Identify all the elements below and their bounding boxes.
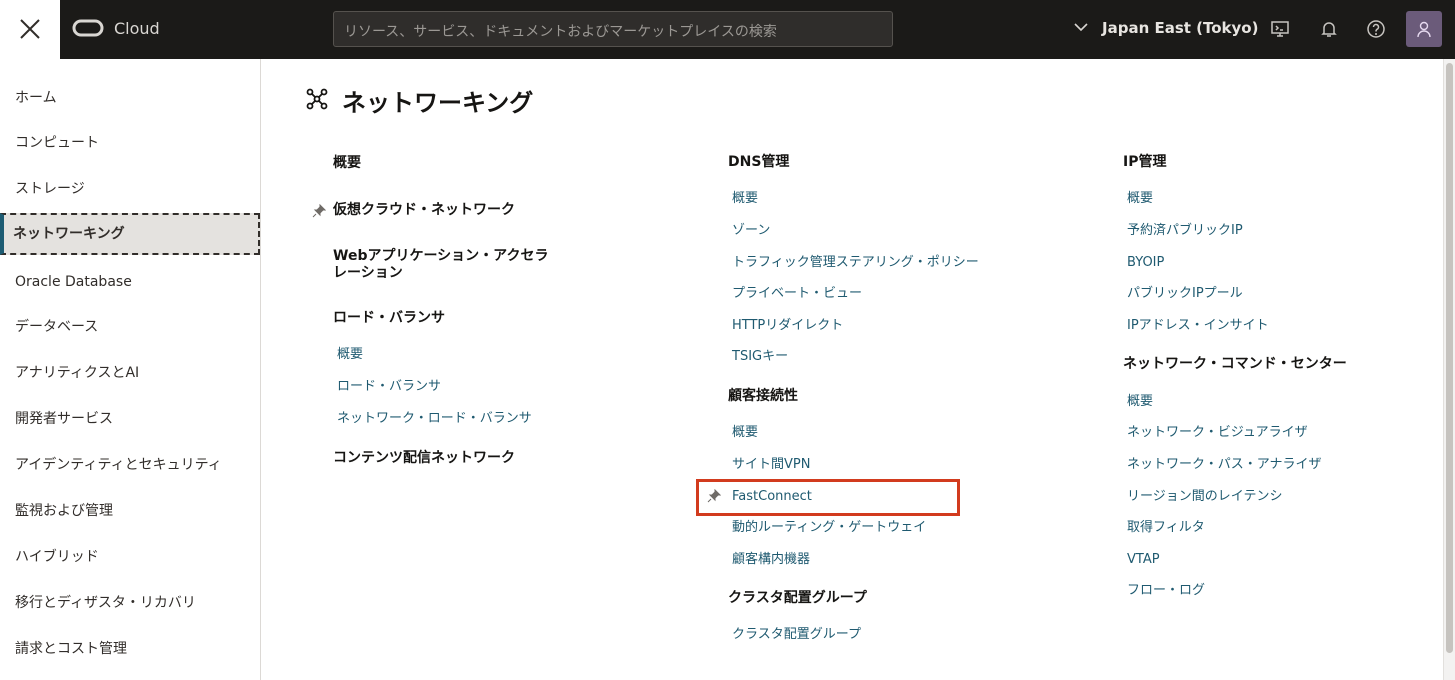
sidebar-item-observability[interactable]: 監視および管理 — [0, 490, 260, 532]
link-private-views[interactable]: プライベート・ビュー — [732, 285, 862, 303]
sidebar-item-analytics-ai[interactable]: アナリティクスとAI — [0, 352, 260, 394]
sidebar-item-migration-dr[interactable]: 移行とディザスタ・リカバリ — [0, 582, 260, 624]
user-icon — [1417, 21, 1431, 38]
link-network-path-analyzer[interactable]: ネットワーク・パス・アナライザ — [1127, 456, 1321, 474]
link-network-load-balancers[interactable]: ネットワーク・ロード・バランサ — [337, 410, 532, 428]
link-reserved-public-ips[interactable]: 予約済パブリックIP — [1127, 222, 1243, 240]
link-zones[interactable]: ゾーン — [732, 222, 770, 240]
link-ncc-overview[interactable]: 概要 — [1127, 393, 1153, 411]
heading-customer-connectivity: 顧客接続性 — [728, 388, 798, 404]
heading-ip-management: IP管理 — [1123, 154, 1167, 170]
link-network-visualizer[interactable]: ネットワーク・ビジュアライザ — [1127, 424, 1308, 442]
link-http-redirect[interactable]: HTTPリダイレクト — [732, 317, 843, 335]
sidebar-item-oracle-database[interactable]: Oracle Database — [0, 261, 260, 303]
sidebar-item-databases[interactable]: データベース — [0, 306, 260, 348]
link-cluster-placement-groups[interactable]: クラスタ配置グループ — [732, 626, 861, 644]
link-ip-overview[interactable]: 概要 — [1127, 190, 1153, 208]
link-waa-line2[interactable]: レーション — [333, 264, 403, 282]
sidebar-item-developer-services[interactable]: 開発者サービス — [0, 398, 260, 440]
sidebar-item-storage[interactable]: ストレージ — [0, 168, 260, 210]
link-site-to-site-vpn[interactable]: サイト間VPN — [732, 456, 810, 474]
sidebar-nav: ホーム コンピュート ストレージ ネットワーキング Oracle Databas… — [0, 59, 261, 680]
link-ip-address-insights[interactable]: IPアドレス・インサイト — [1127, 317, 1269, 335]
sidebar-item-home[interactable]: ホーム — [0, 77, 260, 119]
sidebar-item-compute[interactable]: コンピュート — [0, 122, 260, 164]
link-drg[interactable]: 動的ルーティング・ゲートウェイ — [732, 519, 926, 537]
cloud-shell-icon[interactable] — [1270, 19, 1290, 39]
top-bar: Cloud リソース、サービス、ドキュメントおよびマーケットプレイスの検索 Ja… — [0, 0, 1455, 59]
search-placeholder: リソース、サービス、ドキュメントおよびマーケットプレイスの検索 — [344, 24, 777, 40]
search-input[interactable]: リソース、サービス、ドキュメントおよびマーケットプレイスの検索 — [333, 11, 893, 47]
link-waa-line1[interactable]: Webアプリケーション・アクセラ — [333, 247, 548, 265]
close-menu-button[interactable] — [0, 0, 60, 59]
sidebar-item-identity-security[interactable]: アイデンティティとセキュリティ — [0, 444, 260, 486]
brand-label: Cloud — [114, 19, 160, 38]
scrollbar[interactable] — [1443, 59, 1455, 680]
region-selector[interactable]: Japan East (Tokyo) — [1102, 19, 1258, 37]
page-title: ネットワーキング — [342, 89, 534, 117]
pin-icon[interactable] — [312, 204, 326, 218]
link-flow-logs[interactable]: フロー・ログ — [1127, 582, 1205, 600]
link-byoip[interactable]: BYOIP — [1127, 254, 1164, 272]
link-cdn[interactable]: コンテンツ配信ネットワーク — [333, 449, 515, 467]
fastconnect-highlight-box — [696, 479, 960, 516]
bell-icon[interactable] — [1319, 19, 1339, 39]
link-cc-overview[interactable]: 概要 — [732, 424, 758, 442]
help-icon[interactable] — [1366, 19, 1386, 39]
link-capture-filters[interactable]: 取得フィルタ — [1127, 519, 1205, 537]
oracle-logo-icon[interactable] — [72, 18, 104, 38]
link-dns-overview[interactable]: 概要 — [732, 190, 758, 208]
link-traffic-steering[interactable]: トラフィック管理ステアリング・ポリシー — [732, 254, 979, 272]
user-avatar-button[interactable] — [1406, 11, 1442, 47]
link-overview-col1[interactable]: 概要 — [333, 154, 361, 172]
sidebar-item-networking[interactable]: ネットワーキング — [0, 213, 260, 255]
link-cpe[interactable]: 顧客構内機器 — [732, 551, 810, 569]
link-inter-region-latency[interactable]: リージョン間のレイテンシ — [1127, 488, 1282, 506]
link-lb-overview[interactable]: 概要 — [337, 346, 363, 364]
networking-icon — [306, 88, 328, 110]
link-tsig-keys[interactable]: TSIGキー — [732, 348, 788, 366]
close-icon — [20, 19, 40, 39]
link-load-balancers[interactable]: ロード・バランサ — [337, 378, 441, 396]
sidebar-item-billing[interactable]: 請求とコスト管理 — [0, 628, 260, 670]
scrollbar-thumb[interactable] — [1446, 63, 1453, 653]
heading-network-command-center: ネットワーク・コマンド・センター — [1123, 356, 1347, 372]
sidebar-item-hybrid[interactable]: ハイブリッド — [0, 536, 260, 578]
link-vcn[interactable]: 仮想クラウド・ネットワーク — [333, 201, 515, 219]
link-vtap[interactable]: VTAP — [1127, 551, 1160, 569]
link-public-ip-pools[interactable]: パブリックIPプール — [1127, 285, 1243, 303]
chevron-down-icon[interactable] — [1074, 22, 1088, 32]
networking-menu-panel: ネットワーキング 概要 仮想クラウド・ネットワーク Webアプリケーション・アク… — [262, 59, 1442, 680]
heading-dns: DNS管理 — [728, 154, 790, 170]
heading-load-balancer: ロード・バランサ — [333, 310, 445, 326]
heading-cluster-placement: クラスタ配置グループ — [728, 590, 867, 606]
